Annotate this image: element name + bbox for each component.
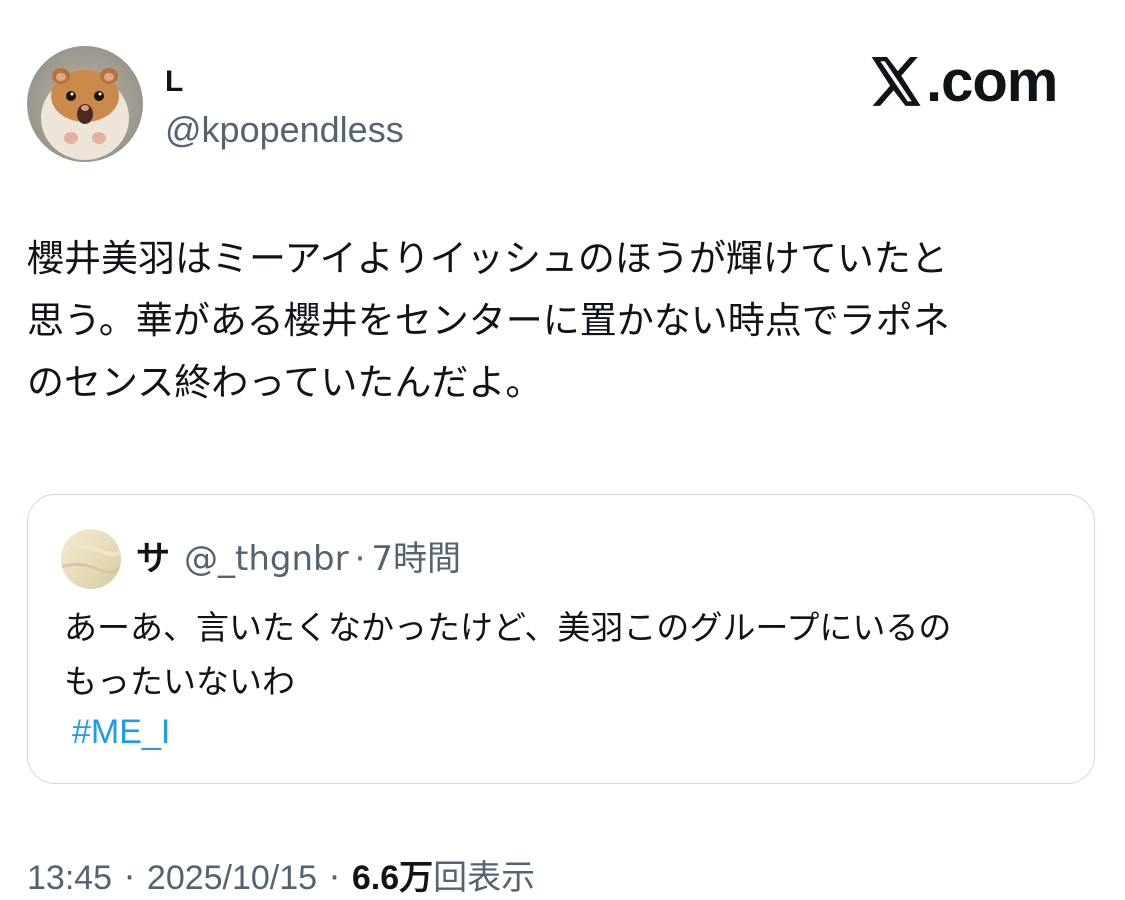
quote-timestamp[interactable]: 7時間 (371, 537, 461, 581)
quote-header: サ @_thgnbr · 7時間 (136, 537, 461, 581)
tweet-time[interactable]: 13:45 (27, 856, 112, 900)
x-logo-icon (871, 57, 921, 106)
views-label: 回表示 (433, 858, 536, 898)
tweet-date[interactable]: 2025/10/15 (147, 856, 317, 900)
quote-avatar-icon (61, 529, 121, 589)
quoted-tweet-card[interactable]: サ @_thgnbr · 7時間 あーあ、言いたくなかったけど、美羽このグループ… (27, 494, 1095, 784)
quote-hashtag-link[interactable]: #ME_I (72, 705, 170, 759)
author-avatar[interactable] (27, 46, 143, 162)
quote-separator: · (354, 539, 366, 579)
author-display-name[interactable]: L (165, 62, 183, 102)
x-com-logo: .com (868, 49, 1058, 114)
hamster-avatar-icon (27, 46, 143, 162)
x-logo-text: .com (926, 49, 1058, 114)
quote-author-name[interactable]: サ (136, 537, 170, 581)
meta-separator: · (124, 858, 135, 898)
meta-separator: · (329, 858, 340, 898)
tweet-text: 櫻井美羽はミーアイよりイッシュのほうが輝けていたと 思う。華がある櫻井をセンター… (27, 237, 950, 404)
quote-text: あーあ、言いたくなかったけど、美羽このグループにいるの もったいないわ (64, 608, 952, 701)
quote-author-handle[interactable]: @_thgnbr (184, 537, 349, 581)
quote-author-avatar[interactable] (61, 529, 121, 589)
author-handle[interactable]: @kpopendless (165, 108, 404, 152)
views-count[interactable]: 6.6万 (352, 856, 433, 900)
tweet-meta: 13:45 · 2025/10/15 · 6.6万 回表示 (27, 856, 535, 900)
